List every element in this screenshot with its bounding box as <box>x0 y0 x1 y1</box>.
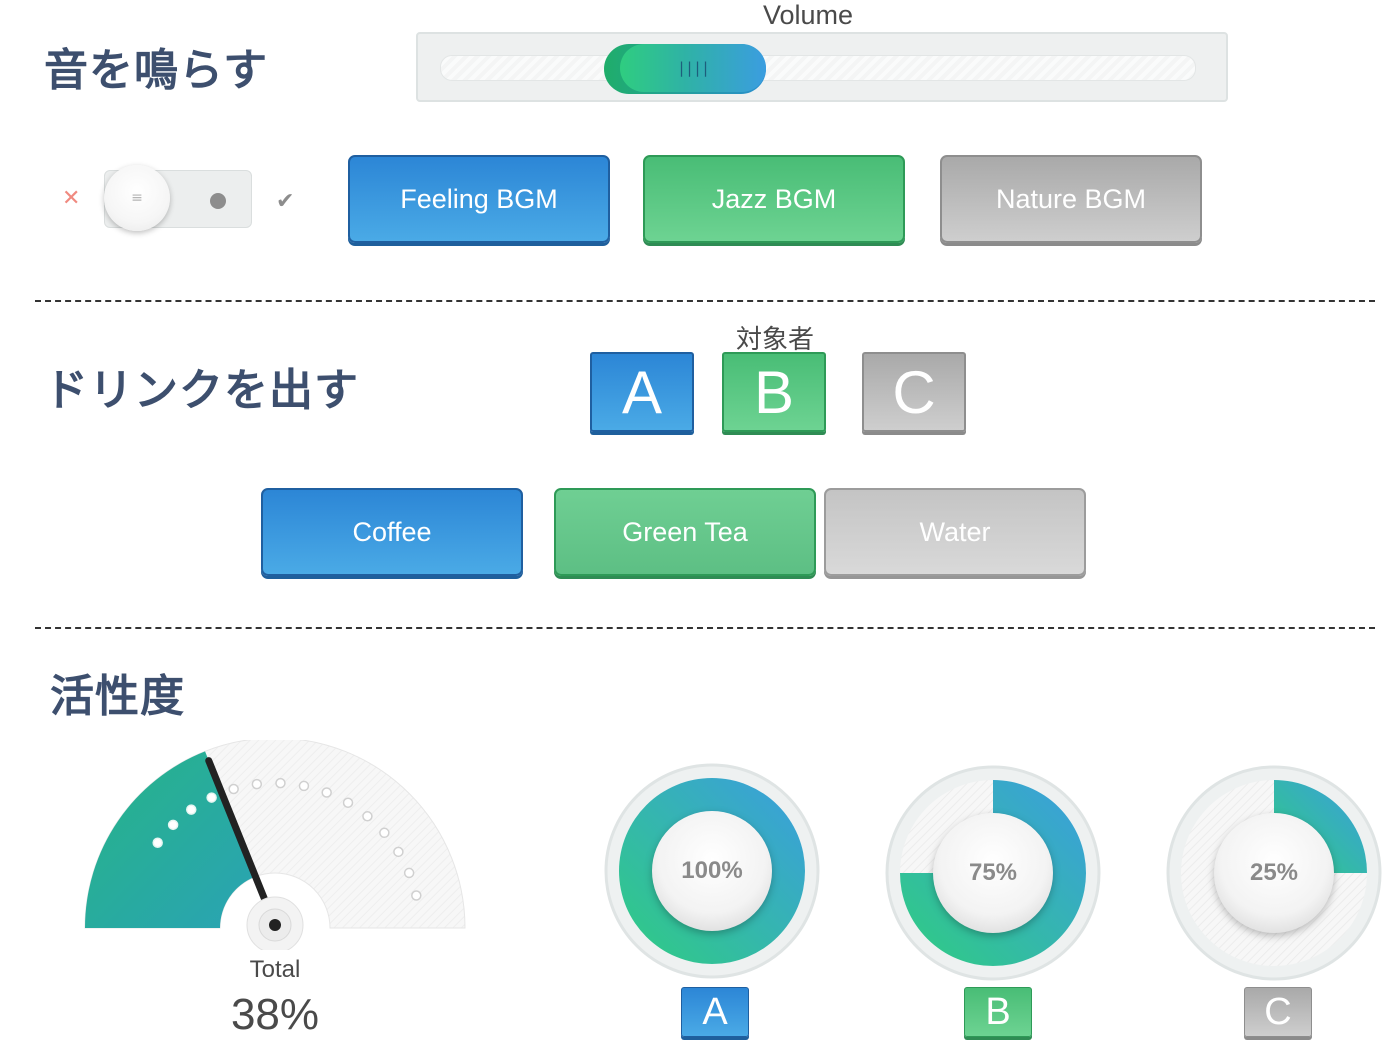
volume-track[interactable] <box>440 55 1196 81</box>
gauge-tick <box>393 846 404 858</box>
sound-section-title: 音を鳴らす <box>44 45 269 96</box>
divider <box>35 627 1375 629</box>
activity-section-title: 活性度 <box>50 671 185 722</box>
person-c-badge: C <box>1244 987 1312 1037</box>
divider <box>35 300 1375 302</box>
gauge-tick <box>228 783 239 795</box>
donut-value: 100% <box>681 857 743 884</box>
target-c-button[interactable]: C <box>862 352 966 432</box>
check-icon: ✔ <box>276 189 295 214</box>
close-icon: ✕ <box>62 186 81 211</box>
green-tea-button[interactable]: Green Tea <box>554 488 816 576</box>
gauge-tick <box>206 792 217 803</box>
total-gauge <box>84 740 466 950</box>
feeling-bgm-button[interactable]: Feeling BGM <box>348 155 610 243</box>
activity-donut-b: 75% <box>884 764 1102 982</box>
gauge-tick <box>362 811 373 822</box>
target-label: 対象者 <box>735 325 814 355</box>
person-b-badge: B <box>964 987 1032 1037</box>
activity-donut-a: 100% <box>603 762 821 980</box>
toggle-knob[interactable]: ≡ <box>104 165 170 231</box>
gauge-tick <box>275 777 286 789</box>
menu-icon: ≡ <box>131 190 143 206</box>
gauge-tick <box>411 890 422 901</box>
gauge-tick <box>403 867 415 879</box>
donut-value: 25% <box>1249 859 1299 886</box>
target-b-button[interactable]: B <box>722 352 826 432</box>
jazz-bgm-button[interactable]: Jazz BGM <box>643 155 905 243</box>
volume-label: Volume <box>762 0 854 30</box>
gauge-tick <box>298 780 310 792</box>
volume-slider[interactable]: |||| <box>416 32 1228 102</box>
water-button[interactable]: Water <box>824 488 1086 576</box>
person-a-badge: A <box>681 987 749 1037</box>
drink-section-title: ドリンクを出す <box>44 365 359 416</box>
gauge-tick <box>251 778 263 790</box>
gauge-tick <box>186 804 197 815</box>
grip-icon: |||| <box>676 59 710 77</box>
gauge-tick <box>379 827 390 839</box>
volume-slider-handle[interactable]: |||| <box>620 44 766 92</box>
total-value: 38% <box>230 990 320 1039</box>
total-label: Total <box>249 956 301 983</box>
gauge-tick <box>321 787 332 798</box>
donut-value: 75% <box>968 859 1018 886</box>
gauge-needle-pivot <box>269 919 281 931</box>
gauge-tick <box>167 819 179 831</box>
gauge-tick <box>342 797 354 808</box>
activity-donut-c: 25% <box>1165 764 1383 982</box>
target-a-button[interactable]: A <box>590 352 694 432</box>
toggle-dot <box>210 193 226 209</box>
nature-bgm-button[interactable]: Nature BGM <box>940 155 1202 243</box>
coffee-button[interactable]: Coffee <box>261 488 523 576</box>
gauge-tick <box>152 837 163 849</box>
